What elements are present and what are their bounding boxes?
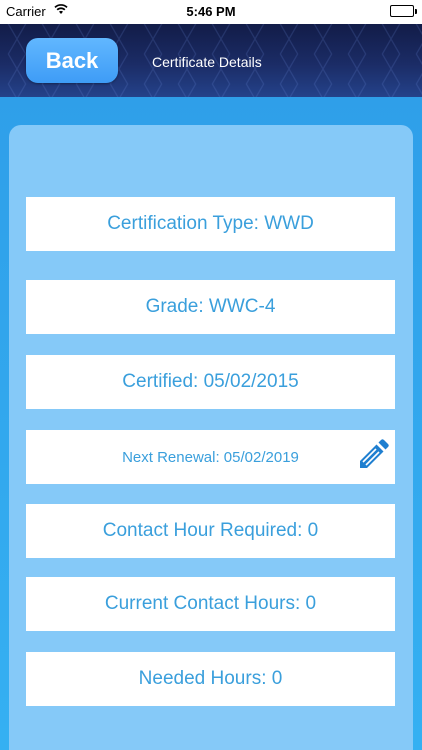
status-bar: Carrier 5:46 PM [0,0,422,24]
next-renewal-row: Next Renewal: 05/02/2019 [26,430,395,484]
next-renewal-label: Next Renewal: 05/02/2019 [122,448,299,466]
page-title: Certificate Details [152,54,262,70]
needed-hours-row: Needed Hours: 0 [26,652,395,706]
contact-hour-required-row: Contact Hour Required: 0 [26,504,395,558]
back-button[interactable]: Back [26,38,118,83]
certified-date-row: Certified: 05/02/2015 [26,355,395,409]
certification-type-row: Certification Type: WWD [26,197,395,251]
current-contact-hours-row: Current Contact Hours: 0 [26,577,395,631]
pencil-icon[interactable] [355,439,389,473]
grade-row: Grade: WWC-4 [26,280,395,334]
battery-icon [390,5,417,17]
clock: 5:46 PM [186,4,236,19]
navigation-bar: Back Certificate Details [0,24,422,97]
